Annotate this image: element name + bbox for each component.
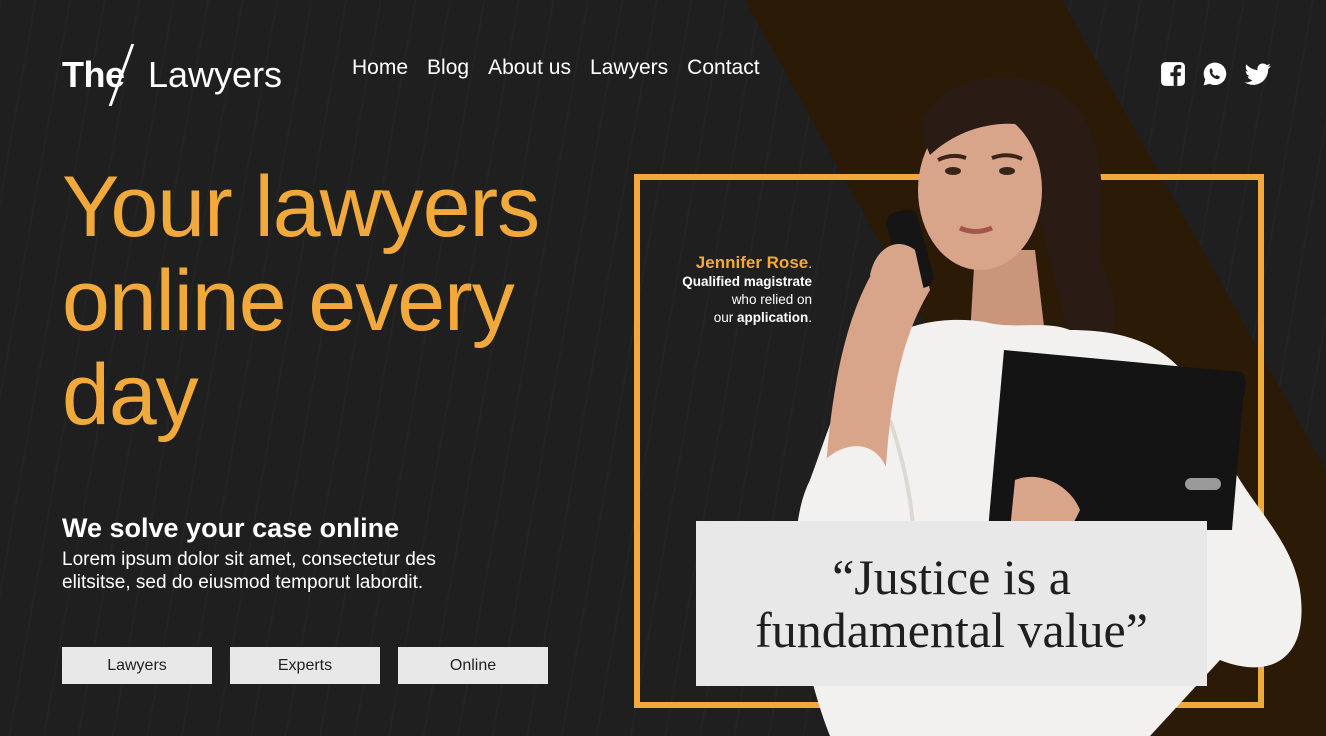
nav-home[interactable]: Home	[352, 56, 408, 80]
lawyers-button[interactable]: Lawyers	[62, 647, 212, 684]
testimonial-line-3-prefix: our	[713, 310, 734, 325]
experts-button[interactable]: Experts	[230, 647, 380, 684]
testimonial-role: Qualified magistrate	[682, 274, 812, 289]
quote-box: “Justice is a fundamental value”	[696, 521, 1207, 686]
nav-about-us[interactable]: About us	[488, 56, 571, 80]
testimonial-line-2: who relied on	[731, 292, 812, 307]
nav-blog[interactable]: Blog	[427, 56, 469, 80]
section-title: We solve your case online	[62, 513, 400, 543]
quote-text: “Justice is a fundamental value”	[755, 548, 1148, 658]
hero-line-3: day	[62, 347, 199, 443]
nav-lawyers[interactable]: Lawyers	[590, 56, 668, 80]
testimonial: Jennifer Rose. Qualified magistrate who …	[642, 254, 812, 327]
hero-title: Your lawyers online every day	[62, 160, 602, 442]
nav-contact[interactable]: Contact	[687, 56, 759, 80]
hero-line-2: online every	[62, 253, 515, 349]
testimonial-line-3-bold: application	[736, 310, 809, 325]
quote-line-1: “Justice is a	[832, 548, 1071, 605]
quote-line-2: fundamental value”	[755, 601, 1148, 658]
testimonial-name: Jennifer Rose	[695, 253, 809, 272]
section-text: Lorem ipsum dolor sit amet, consectetur …	[62, 549, 436, 593]
logo-part-lawyers: Lawyers	[148, 54, 283, 95]
hero-line-1: Your lawyers	[62, 159, 540, 255]
online-button[interactable]: Online	[398, 647, 548, 684]
logo[interactable]: The Lawyers	[62, 44, 302, 106]
main-nav: Home Blog About us Lawyers Contact	[352, 56, 760, 80]
